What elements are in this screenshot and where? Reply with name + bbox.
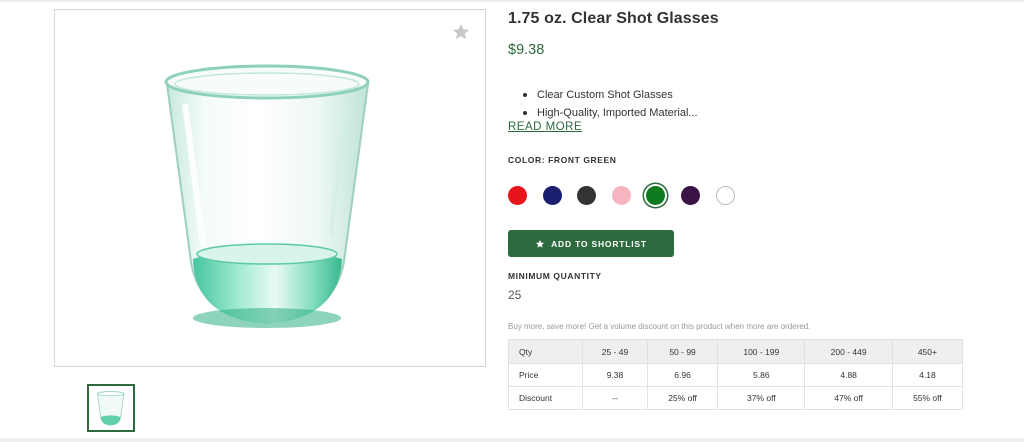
color-swatch-charcoal[interactable] [577,185,597,205]
read-more-link[interactable]: READ MORE [508,121,582,133]
add-to-shortlist-label: ADD TO SHORTLIST [551,238,647,249]
product-thumbnail[interactable] [87,384,135,432]
minimum-quantity-label: MINIMUM QUANTITY [508,271,602,281]
table-header-cell: Qty [508,339,583,364]
table-cell: 4.88 [804,363,893,387]
product-main-image [54,9,486,367]
shot-glass-image [164,64,370,328]
minimum-quantity-value: 25 [508,288,522,302]
color-label: COLOR: FRONT GREEN [508,155,617,165]
table-cell: 5.86 [717,363,806,387]
color-swatch-navy[interactable] [542,185,562,205]
table-cell: Discount [508,386,583,410]
color-swatches [508,184,750,206]
table-header-cell: 100 - 199 [717,339,806,364]
table-row: Qty 25 - 49 50 - 99 100 - 199 200 - 449 … [508,339,964,364]
table-header-cell: 25 - 49 [582,339,648,364]
shot-glass-thumbnail [96,391,125,426]
table-cell: 6.96 [646,363,719,387]
product-features-list: Clear Custom Shot Glasses High-Quality, … [523,86,698,122]
color-swatch-white[interactable] [715,185,735,205]
volume-discount-note: Buy more, save more! Get a volume discou… [508,322,811,331]
bottom-divider [0,438,1024,442]
volume-pricing-table: Qty 25 - 49 50 - 99 100 - 199 200 - 449 … [508,339,964,410]
top-divider [0,0,1024,2]
table-cell: -- [582,386,648,410]
color-swatch-red[interactable] [508,185,527,205]
color-swatch-purple[interactable] [680,185,700,205]
table-cell: 47% off [804,386,893,410]
table-header-cell: 200 - 449 [804,339,893,364]
add-to-shortlist-button[interactable]: ADD TO SHORTLIST [508,230,674,257]
table-row: Discount -- 25% off 37% off 47% off 55% … [508,386,964,410]
table-cell: 9.38 [582,363,648,387]
table-cell: Price [508,363,583,387]
table-header-cell: 450+ [891,339,964,364]
product-title: 1.75 oz. Clear Shot Glasses [508,10,719,27]
color-swatch-green[interactable] [646,185,666,205]
star-icon [535,239,545,249]
table-header-cell: 50 - 99 [646,339,719,364]
table-cell: 25% off [646,386,719,410]
table-row: Price 9.38 6.96 5.86 4.88 4.18 [508,363,964,387]
color-swatch-pink[interactable] [611,185,631,205]
list-item: Clear Custom Shot Glasses [523,86,698,104]
table-cell: 37% off [717,386,806,410]
list-item: High-Quality, Imported Material... [523,104,698,122]
favorite-star-icon[interactable] [451,22,471,42]
product-price: $9.38 [508,42,545,58]
table-cell: 4.18 [891,363,964,387]
table-cell: 55% off [891,386,964,410]
